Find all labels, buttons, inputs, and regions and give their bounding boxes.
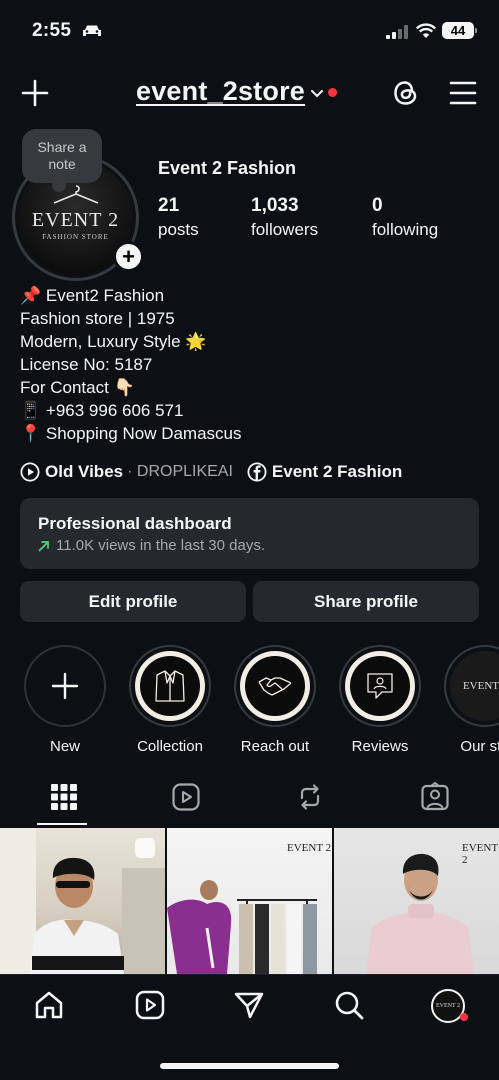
menu-icon[interactable] (448, 79, 478, 107)
avatar-logo-subtext: FASHION STORE (42, 232, 109, 241)
display-name: Event 2 Fashion (158, 158, 297, 178)
bio-line[interactable]: 📍 Shopping Now Damascus (20, 422, 242, 445)
stat-label: posts (158, 220, 199, 239)
reels-tab-icon[interactable] (171, 782, 201, 812)
stat-following[interactable]: 0 following (372, 195, 438, 240)
jacket-icon (155, 670, 185, 702)
plus-icon (51, 672, 79, 700)
handshake-icon (258, 677, 292, 696)
highlight-circle (339, 645, 421, 727)
status-time: 2:55 (32, 20, 72, 41)
posts-grid: EVENT 2 EVENT 2 (0, 828, 499, 974)
account-switcher[interactable]: event_2store (136, 76, 337, 107)
stat-label: followers (251, 220, 319, 239)
repost-icon[interactable] (295, 782, 325, 812)
review-icon (367, 673, 393, 699)
profile-tabs (0, 778, 499, 826)
home-icon[interactable] (33, 989, 65, 1021)
share-note-bubble[interactable]: Share a note (22, 129, 102, 192)
facebook-link[interactable]: Event 2 Fashion (272, 462, 402, 482)
tagged-icon[interactable] (420, 782, 450, 812)
highlight-label: Our sto (460, 738, 499, 755)
highlight-circle: EVENT 2 (444, 645, 499, 727)
highlight-reach-out[interactable]: Reach out (233, 645, 317, 755)
signal-icon (386, 25, 408, 39)
stat-label: following (372, 220, 439, 239)
active-tab-indicator (37, 823, 87, 825)
bio-line: License No: 5187 (20, 355, 153, 374)
plus-icon[interactable] (20, 78, 50, 108)
dashboard-subtitle: 11.0K views in the last 30 days. (38, 537, 461, 554)
grid-icon[interactable] (49, 782, 79, 812)
play-circle-icon (20, 462, 40, 482)
status-bar: 2:55 44 (0, 0, 499, 60)
car-icon (83, 25, 101, 36)
story-highlights: New Collection Reach out Reviews EVENT 2… (0, 645, 499, 755)
brand-watermark: EVENT 2 (287, 842, 332, 854)
bio-line: Modern, Luxury Style 🌟 (20, 332, 207, 351)
bio-line: For Contact 👇🏻 (20, 378, 135, 397)
reel-badge-icon (135, 838, 155, 858)
post-thumbnail[interactable] (0, 828, 165, 974)
music-title[interactable]: Old Vibes (45, 462, 123, 482)
avatar-logo-text: EVENT 2 (31, 208, 120, 231)
post-thumbnail[interactable]: EVENT 2 (167, 828, 332, 974)
highlight-circle (24, 645, 106, 727)
highlight-label: Reach out (240, 738, 310, 755)
send-icon[interactable] (233, 989, 265, 1021)
stat-value: 0 (372, 195, 383, 216)
post-thumbnail[interactable]: EVENT 2 (334, 828, 499, 974)
edit-profile-button[interactable]: Edit profile (20, 581, 246, 622)
wifi-icon (416, 23, 436, 38)
highlight-new[interactable]: New (23, 645, 107, 755)
dashboard-title: Professional dashboard (38, 514, 232, 533)
username: event_2store (136, 76, 305, 106)
logo-icon: EVENT 2 (462, 680, 499, 692)
profile-links: Old Vibes · DROPLIKEAI Event 2 Fashion (20, 460, 402, 484)
highlight-label: Collection (137, 738, 203, 755)
bio-line: Fashion store | 1975 (20, 309, 175, 328)
profile-actions: Edit profile Share profile (20, 581, 479, 622)
notification-dot (328, 88, 337, 97)
share-profile-button[interactable]: Share profile (253, 581, 479, 622)
profile-header: event_2store (0, 70, 499, 116)
highlight-reviews[interactable]: Reviews (338, 645, 422, 755)
music-artist[interactable]: · DROPLIKEAI (127, 463, 233, 481)
brand-watermark: EVENT 2 (462, 842, 498, 866)
highlight-circle (234, 645, 316, 727)
stat-followers[interactable]: 1,033 followers (251, 195, 318, 240)
add-story-button[interactable]: + (113, 241, 144, 272)
professional-dashboard[interactable]: Professional dashboard 11.0K views in th… (20, 498, 479, 569)
bio-line: 📱 +963 996 606 571 (20, 401, 184, 420)
home-indicator (160, 1063, 339, 1069)
chevron-down-icon (311, 89, 323, 97)
stat-posts[interactable]: 21 posts (158, 195, 199, 240)
highlight-label: Reviews (351, 738, 409, 755)
highlight-collection[interactable]: Collection (128, 645, 212, 755)
search-icon[interactable] (333, 989, 365, 1021)
battery-indicator: 44 (442, 22, 477, 39)
dashboard-views: 11.0K views in the last 30 days. (56, 537, 266, 554)
highlight-our-story[interactable]: EVENT 2 Our sto (443, 645, 499, 755)
threads-icon[interactable] (391, 78, 421, 108)
stat-value: 1,033 (251, 195, 299, 216)
bio-line: 📌 Event2 Fashion (20, 286, 165, 305)
highlight-label: New (49, 738, 80, 755)
reels-icon[interactable] (134, 989, 166, 1021)
trend-up-icon (38, 540, 49, 551)
facebook-icon (247, 462, 267, 482)
profile-bio: 📌 Event2 Fashion Fashion store | 1975 Mo… (20, 284, 242, 445)
notification-dot (460, 1013, 468, 1021)
highlight-circle (129, 645, 211, 727)
stat-value: 21 (158, 195, 180, 216)
